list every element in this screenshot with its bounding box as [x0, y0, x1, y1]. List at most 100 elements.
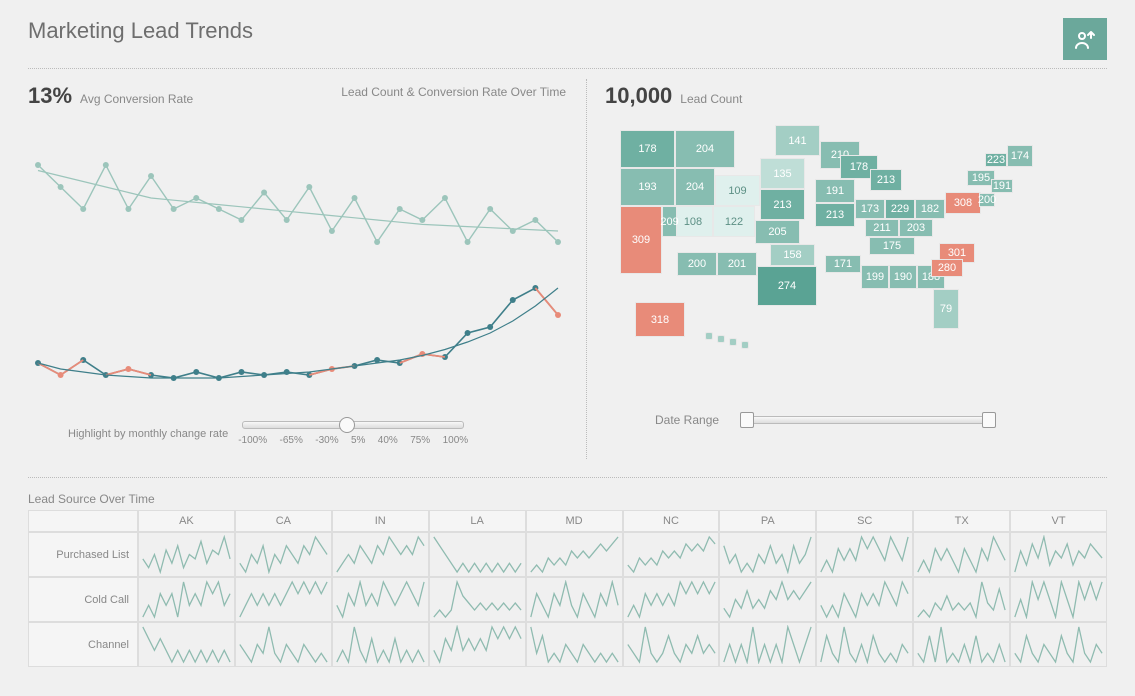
date-range-handle-start[interactable] [740, 412, 754, 428]
map-state[interactable]: 318 [635, 302, 685, 337]
sparkline-cell[interactable] [429, 622, 526, 667]
sparkline-cell[interactable] [816, 622, 913, 667]
lower-divider [28, 477, 1107, 478]
sparkline-cell[interactable] [1010, 622, 1107, 667]
map-state[interactable]: 274 [757, 266, 817, 306]
sparkline-cell[interactable] [332, 622, 429, 667]
conversion-kpi-value: 13% [28, 83, 72, 109]
sparkline-table: AKCAINLAMDNCPASCTXVTPurchased ListCold C… [28, 510, 1107, 667]
map-state[interactable]: 193 [620, 168, 675, 206]
sparkline-cell[interactable] [913, 532, 1010, 577]
map-state[interactable]: 141 [775, 125, 820, 156]
conversion-kpi-label: Avg Conversion Rate [80, 92, 193, 106]
state-column-header: AK [138, 510, 235, 532]
date-range-slider[interactable] [741, 416, 995, 424]
map-state[interactable]: 178 [620, 130, 675, 168]
map-state[interactable]: 190 [889, 265, 917, 289]
map-state[interactable]: 199 [861, 265, 889, 289]
map-state[interactable]: 280 [931, 259, 963, 277]
map-state[interactable]: 308 [945, 192, 981, 214]
map-state[interactable]: 205 [755, 220, 800, 244]
map-state[interactable]: 203 [899, 219, 933, 237]
header-divider [28, 68, 1107, 69]
map-state[interactable]: 122 [713, 206, 755, 237]
map-state[interactable]: 209 [662, 206, 677, 237]
sparkline-cell[interactable] [429, 532, 526, 577]
sparkline-cell[interactable] [719, 532, 816, 577]
map-state[interactable]: 213 [870, 169, 902, 191]
highlight-tick: 100% [443, 435, 469, 446]
state-column-header: VT [1010, 510, 1107, 532]
map-state[interactable]: 158 [770, 244, 815, 266]
sparkline-cell[interactable] [138, 577, 235, 622]
map-state[interactable]: 204 [675, 130, 735, 168]
sparkline-cell[interactable] [1010, 577, 1107, 622]
sparkline-cell[interactable] [332, 532, 429, 577]
sparkline-cell[interactable] [719, 622, 816, 667]
map-state[interactable]: 174 [1007, 145, 1033, 167]
sparkline-cell[interactable] [623, 577, 720, 622]
sparkline-cell[interactable] [816, 577, 913, 622]
sparkline-cell[interactable] [235, 532, 332, 577]
sparkline-cell[interactable] [913, 577, 1010, 622]
map-state[interactable]: 211 [865, 219, 899, 237]
sparkline-cell[interactable] [138, 622, 235, 667]
sparkline-cell[interactable] [913, 622, 1010, 667]
map-state[interactable]: 175 [869, 237, 915, 255]
map-state[interactable]: 201 [717, 252, 757, 276]
map-state[interactable]: 135 [760, 158, 805, 189]
highlight-tick: 5% [351, 435, 365, 446]
highlight-slider-handle[interactable] [339, 417, 355, 433]
map-state[interactable]: 200 [979, 193, 995, 207]
sparkline-cell[interactable] [332, 577, 429, 622]
sparkline-cell[interactable] [526, 622, 623, 667]
sparkline-cell[interactable] [623, 622, 720, 667]
panel-divider [586, 79, 587, 459]
map-state[interactable]: 223 [985, 153, 1007, 167]
state-column-header: IN [332, 510, 429, 532]
state-column-header: SC [816, 510, 913, 532]
map-state[interactable]: 108 [673, 206, 713, 237]
state-column-header: LA [429, 510, 526, 532]
sparkline-cell[interactable] [816, 532, 913, 577]
map-state[interactable]: 229 [885, 199, 915, 219]
sparkline-cell[interactable] [1010, 532, 1107, 577]
map-state[interactable]: 182 [915, 199, 945, 219]
sparkline-cell[interactable] [235, 577, 332, 622]
map-state[interactable]: 200 [677, 252, 717, 276]
map-state[interactable]: 213 [815, 203, 855, 227]
map-state[interactable] [705, 332, 713, 340]
sparkline-cell[interactable] [526, 577, 623, 622]
map-state[interactable]: 173 [855, 199, 885, 219]
map-state[interactable] [729, 338, 737, 346]
state-column-header: CA [235, 510, 332, 532]
date-range-label: Date Range [655, 413, 719, 427]
highlight-tick: -65% [280, 435, 303, 446]
date-range-handle-end[interactable] [982, 412, 996, 428]
sparkline-cell[interactable] [235, 622, 332, 667]
map-state[interactable]: 204 [675, 168, 715, 206]
highlight-tick: 75% [410, 435, 430, 446]
page-title: Marketing Lead Trends [28, 18, 253, 44]
leadcount-kpi-value: 10,000 [605, 83, 672, 109]
sparkline-cell[interactable] [138, 532, 235, 577]
map-state[interactable]: 171 [825, 255, 861, 273]
map-state[interactable] [741, 341, 749, 349]
map-state[interactable]: 191 [991, 179, 1013, 193]
map-state[interactable]: 79 [933, 289, 959, 329]
dashboard-logo-icon [1063, 18, 1107, 60]
highlight-slider[interactable] [242, 421, 464, 429]
map-state[interactable]: 109 [715, 175, 760, 206]
sparkline-cell[interactable] [429, 577, 526, 622]
sparkline-cell[interactable] [623, 532, 720, 577]
sparkline-cell[interactable] [719, 577, 816, 622]
trend-line-chart[interactable] [28, 113, 568, 413]
map-state[interactable]: 213 [760, 189, 805, 220]
sparkline-cell[interactable] [526, 532, 623, 577]
source-row-header: Cold Call [28, 577, 138, 622]
map-state[interactable]: 309 [620, 206, 662, 274]
map-state[interactable] [717, 335, 725, 343]
map-state[interactable]: 191 [815, 179, 855, 203]
conversion-panel-subtitle: Lead Count & Conversion Rate Over Time [341, 85, 566, 99]
lead-map[interactable]: 1781933092042041091351412131082091222051… [615, 117, 1045, 357]
